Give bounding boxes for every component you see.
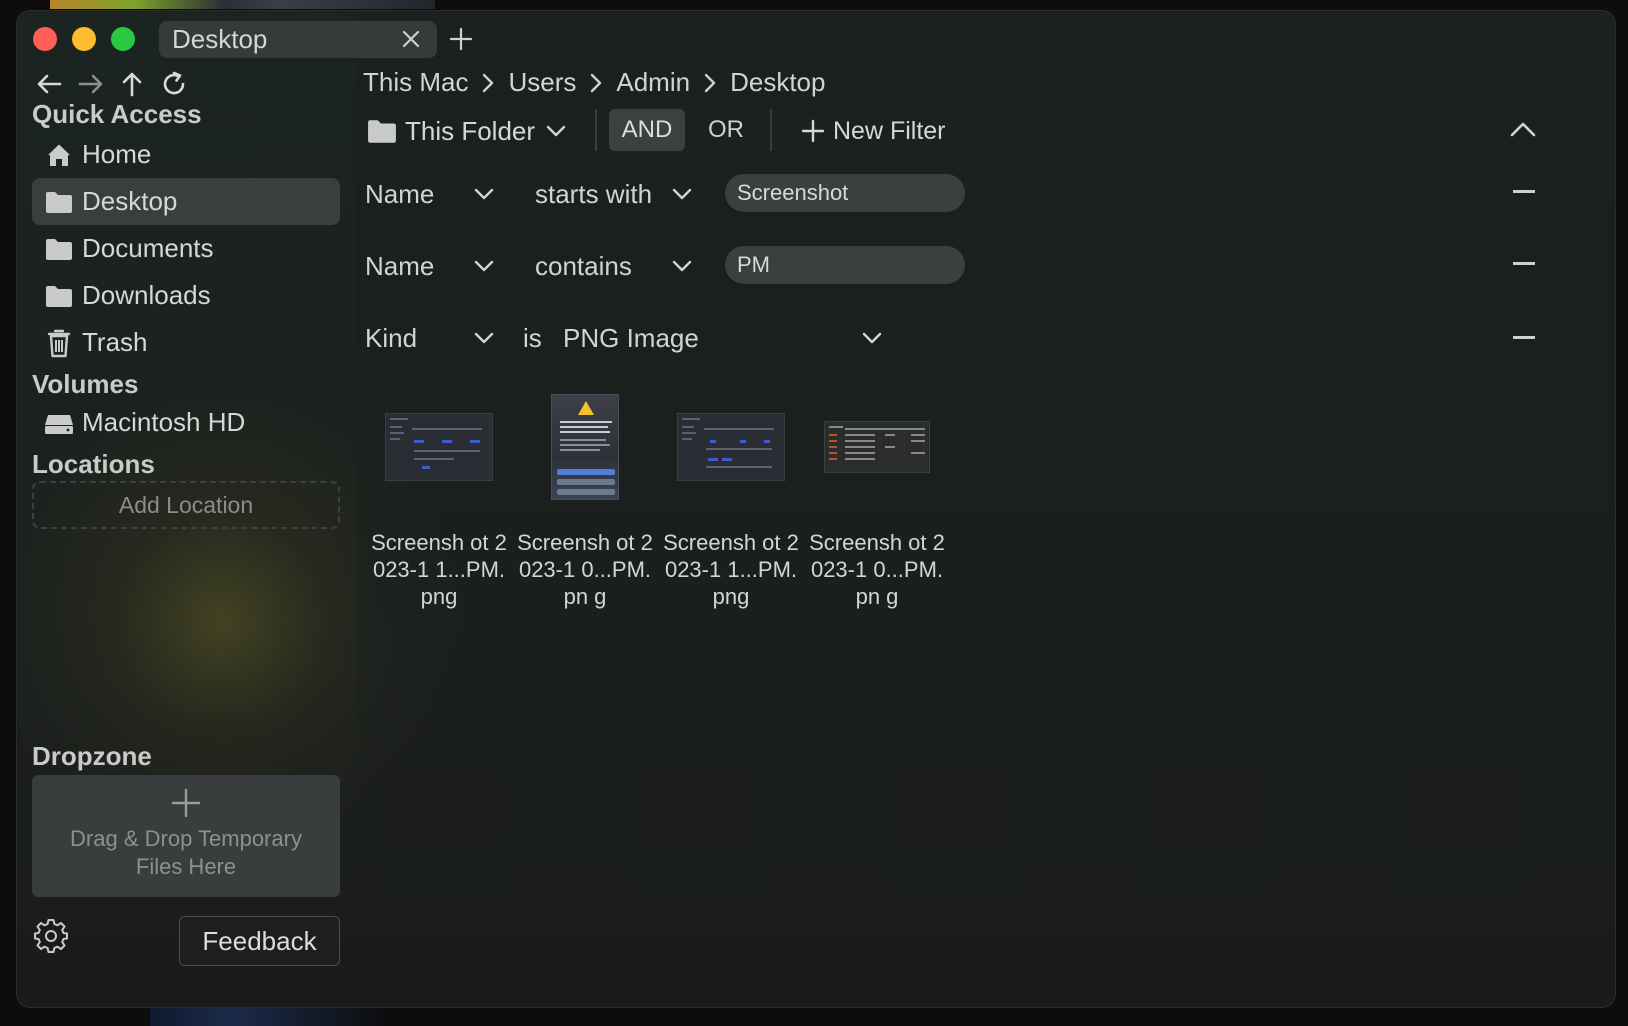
maximize-window-button[interactable] xyxy=(111,27,135,51)
filter-row: Kind is PNG Image xyxy=(363,314,1543,362)
sidebar-item-label: Documents xyxy=(82,233,214,263)
minimize-window-button[interactable] xyxy=(72,27,96,51)
sidebar-item-trash[interactable]: Trash xyxy=(32,319,340,366)
operator-dropdown[interactable]: starts with xyxy=(535,170,695,218)
operator-label: starts with xyxy=(535,178,653,209)
scope-dropdown[interactable]: This Folder xyxy=(367,111,569,151)
new-filter-button[interactable]: New Filter xyxy=(801,111,946,151)
remove-filter-button[interactable] xyxy=(1513,262,1535,265)
chevron-down-icon xyxy=(546,125,566,137)
divider xyxy=(595,109,597,151)
attribute-label: Name xyxy=(365,250,435,281)
finder-window: Desktop This Mac Users Admin Desktop Qui… xyxy=(16,10,1616,1008)
breadcrumb-item-users[interactable]: Users xyxy=(508,67,576,98)
chevron-down-icon xyxy=(474,260,494,272)
volumes-title: Volumes xyxy=(32,369,139,399)
trash-icon xyxy=(44,328,74,358)
sidebar-item-label: Trash xyxy=(82,327,148,357)
tab-title: Desktop xyxy=(172,24,268,54)
chevron-down-icon xyxy=(474,188,494,200)
new-tab-icon[interactable] xyxy=(447,25,475,53)
plus-icon xyxy=(801,119,825,143)
plus-icon xyxy=(171,788,201,818)
sidebar-item-label: Macintosh HD xyxy=(82,407,246,437)
file-thumbnail xyxy=(369,387,509,507)
operator-label: contains xyxy=(535,250,632,281)
file-thumbnail xyxy=(661,387,801,507)
sidebar-item-documents[interactable]: Documents xyxy=(32,225,340,272)
background-window-strip-bottom xyxy=(150,1008,380,1026)
breadcrumb-item-admin[interactable]: Admin xyxy=(616,67,690,98)
sidebar-item-label: Home xyxy=(82,139,152,169)
folder-icon xyxy=(368,120,396,143)
attribute-dropdown[interactable]: Kind xyxy=(365,314,497,362)
filter-value-input[interactable]: PM xyxy=(725,246,965,284)
feedback-button[interactable]: Feedback xyxy=(179,916,340,966)
home-icon xyxy=(44,140,74,170)
file-name: Screensh ot 2023-1 1...PM.png xyxy=(371,530,507,609)
quick-access-title: Quick Access xyxy=(32,99,202,129)
sidebar-item-desktop[interactable]: Desktop xyxy=(32,178,340,225)
sidebar-item-downloads[interactable]: Downloads xyxy=(32,272,340,319)
file-name: Screensh ot 2023-1 0...PM.pn g xyxy=(809,530,945,609)
folder-icon xyxy=(44,281,74,311)
chevron-right-icon xyxy=(468,69,508,97)
chevron-down-icon xyxy=(474,332,494,344)
remove-filter-button[interactable] xyxy=(1513,190,1535,193)
file-name: Screensh ot 2023-1 1...PM.png xyxy=(663,530,799,609)
sidebar-item-home[interactable]: Home xyxy=(32,131,340,178)
chevron-down-icon xyxy=(862,332,882,344)
drive-icon xyxy=(44,408,74,438)
add-location-button[interactable]: Add Location xyxy=(32,481,340,529)
scope-label: This Folder xyxy=(405,115,536,146)
chevron-right-icon xyxy=(690,69,730,97)
operator-dropdown[interactable]: contains xyxy=(535,242,695,290)
breadcrumb: This Mac Users Admin Desktop xyxy=(363,67,825,98)
file-thumbnail xyxy=(515,387,655,507)
back-arrow-icon[interactable] xyxy=(33,68,65,100)
main-area xyxy=(357,11,1615,1007)
operator-label: is xyxy=(523,322,542,353)
folder-icon xyxy=(44,234,74,264)
tab-desktop[interactable]: Desktop xyxy=(159,21,437,58)
sidebar-item-label: Desktop xyxy=(82,186,178,216)
file-thumbnail xyxy=(807,387,947,507)
chevron-up-icon[interactable] xyxy=(1507,115,1539,143)
breadcrumb-item-desktop[interactable]: Desktop xyxy=(730,67,825,98)
filter-row: Name contains PM xyxy=(363,242,1543,290)
attribute-dropdown[interactable]: Name xyxy=(365,170,497,218)
sidebar-item-macintosh-hd[interactable]: Macintosh HD xyxy=(32,399,340,446)
dropzone-title: Dropzone xyxy=(32,741,152,771)
chevron-down-icon xyxy=(672,188,692,200)
refresh-icon[interactable] xyxy=(158,68,190,100)
dropzone-area[interactable]: Drag & Drop Temporary Files Here xyxy=(32,775,340,897)
filter-row: Name starts with Screenshot xyxy=(363,170,1543,218)
forward-arrow-icon[interactable] xyxy=(75,68,107,100)
divider xyxy=(770,109,772,151)
file-name: Screensh ot 2023-1 0...PM.pn g xyxy=(517,530,653,609)
and-operator-button[interactable]: AND xyxy=(609,109,685,151)
kind-value-label: PNG Image xyxy=(563,322,699,353)
attribute-dropdown[interactable]: Name xyxy=(365,242,497,290)
close-window-button[interactable] xyxy=(33,27,57,51)
folder-icon xyxy=(44,187,74,217)
filter-value-input[interactable]: Screenshot xyxy=(725,174,965,212)
background-window-strip xyxy=(50,0,435,9)
sidebar-item-label: Downloads xyxy=(82,280,211,310)
up-arrow-icon[interactable] xyxy=(116,68,148,100)
remove-filter-button[interactable] xyxy=(1513,336,1535,339)
new-filter-label: New Filter xyxy=(833,116,946,145)
or-operator-button[interactable]: OR xyxy=(693,109,759,151)
dropzone-text: Drag & Drop Temporary Files Here xyxy=(70,826,302,879)
kind-value-dropdown[interactable]: PNG Image xyxy=(563,314,885,362)
gear-icon[interactable] xyxy=(32,917,70,955)
breadcrumb-item-this-mac[interactable]: This Mac xyxy=(363,67,468,98)
chevron-right-icon xyxy=(576,69,616,97)
close-tab-icon[interactable] xyxy=(399,27,423,51)
attribute-label: Name xyxy=(365,178,435,209)
locations-title: Locations xyxy=(32,449,155,479)
attribute-label: Kind xyxy=(365,322,418,353)
chevron-down-icon xyxy=(672,260,692,272)
